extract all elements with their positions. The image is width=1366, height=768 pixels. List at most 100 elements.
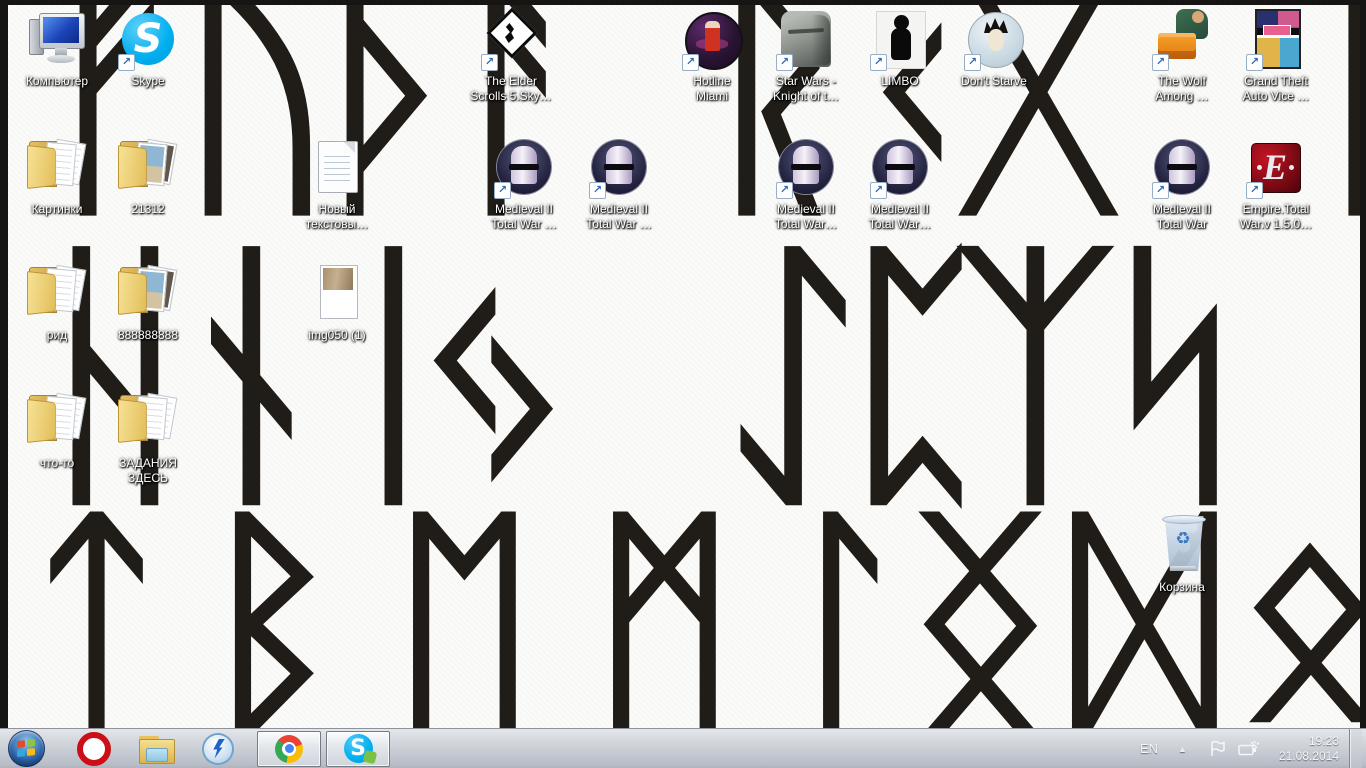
desktop-icon-label: Empire.Total War.v 1.5.0… — [1239, 202, 1313, 231]
desktop-icon-star-wars-kotor[interactable]: ↗ Star Wars - Knight of t… — [760, 7, 852, 104]
desktop-icon-elder-scrolls-skyrim[interactable]: ↗ The Elder Scrolls 5.Sky… — [465, 7, 557, 104]
rune-glyph: ᛖ — [387, 481, 542, 728]
rune-glyph: ᛚ — [767, 481, 922, 728]
windows-logo-icon — [17, 739, 36, 758]
desktop-icon-label: что-то — [39, 456, 75, 470]
shortcut-arrow-icon: ↗ — [870, 182, 887, 199]
shortcut-arrow-icon: ↗ — [682, 54, 699, 71]
desktop-icon-label: Medieval II Total War … — [491, 202, 557, 231]
medieval2-icon: ↗ — [854, 135, 946, 199]
taskbar-explorer-button[interactable] — [133, 731, 179, 767]
desktop-icon-gta-vice-city[interactable]: ↗ Grand Theft Auto Vice … — [1230, 7, 1322, 104]
shortcut-arrow-icon: ↗ — [1246, 182, 1263, 199]
taskbar-opera-button[interactable] — [71, 731, 117, 767]
rune-glyph: ᛒ — [193, 481, 348, 728]
desktop-icon-computer[interactable]: Компьютер — [11, 7, 103, 89]
skype-status-badge — [362, 749, 378, 764]
explorer-folder-icon — [139, 735, 175, 764]
shortcut-arrow-icon: ↗ — [1152, 182, 1169, 199]
desktop-icon-img050[interactable]: img050 (1) — [291, 261, 383, 343]
desktop-icon-label: Medieval II Total War — [1152, 202, 1212, 231]
desktop-icon-label: Medieval II Total War … — [586, 202, 652, 231]
taskbar: S EN ▲ 19:23 21.08.2014 — [0, 728, 1366, 768]
desktop-icon-skype[interactable]: S ↗ Skype — [102, 7, 194, 89]
desktop-icon-new-text-file[interactable]: Новый текстовы… — [291, 135, 383, 232]
battery-power-icon[interactable] — [1237, 739, 1261, 759]
folder-icon — [102, 389, 194, 453]
computer-icon — [11, 7, 103, 71]
opera-icon — [77, 731, 111, 766]
medieval2-icon: ↗ — [760, 135, 852, 199]
medieval2-icon: ↗ — [478, 135, 570, 199]
dont-starve-icon: ↗ — [948, 7, 1040, 71]
recycle-bin-icon: ♻ — [1136, 513, 1228, 577]
rune-glyph: ᛃ — [405, 209, 581, 540]
taskbar-chrome-button[interactable] — [257, 730, 321, 767]
taskbar-buttons: S — [0, 729, 1140, 768]
desktop-icon-limbo[interactable]: ↗ LIMBO — [854, 7, 946, 89]
tray-time: 19:23 — [1308, 733, 1339, 748]
shortcut-arrow-icon: ↗ — [776, 182, 793, 199]
folder-icon — [11, 135, 103, 199]
desktop-icon-label: Star Wars - Knight of t… — [772, 74, 840, 103]
kotor-icon: ↗ — [760, 7, 852, 71]
system-tray: EN ▲ 19:23 21.08.2014 — [1140, 729, 1366, 768]
wallpaper-runes: ᚠ ᚢ ᚦ ᚨ ᚱ ᚲ ᚷ ᚹ ᚺ ᚾ ᛁ ᛃ ᛇ ᛈ ᛉ ᛋ ᛏ ᛒ ᛖ ᛗ … — [8, 5, 1360, 728]
wolf-among-us-icon: ↗ — [1136, 7, 1228, 71]
desktop-icon-label: Medieval II Total War… — [868, 202, 932, 231]
desktop-icon-label: Картинки — [31, 202, 83, 216]
action-center-flag-icon[interactable] — [1207, 739, 1227, 759]
shortcut-arrow-icon: ↗ — [589, 182, 606, 199]
desktop-icon-label: The Elder Scrolls 5.Sky… — [470, 74, 552, 103]
tray-language-indicator[interactable]: EN — [1140, 741, 1158, 756]
rune-glyph: ᛝ — [903, 481, 1058, 728]
desktop-icon-label: рид — [46, 328, 68, 342]
desktop-icon-medieval2-1[interactable]: ↗ Medieval II Total War … — [478, 135, 570, 232]
desktop-icon-label: Компьютер — [25, 74, 89, 88]
desktop-icon-label: ЗАДАНИЯ ЗДЕСЬ — [119, 456, 177, 485]
tray-clock[interactable]: 19:23 21.08.2014 — [1279, 734, 1339, 764]
desktop-icon-label: Don't Starve — [961, 74, 1027, 88]
chrome-icon — [275, 734, 303, 763]
desktop-icon-dont-starve[interactable]: ↗ Don't Starve — [948, 7, 1040, 89]
folder-icon — [11, 261, 103, 325]
desktop-icon-label: Корзина — [1159, 580, 1205, 594]
desktop-icon-hotline-miami[interactable]: ↗ Hotline Miami — [666, 7, 758, 104]
shortcut-arrow-icon: ↗ — [1152, 54, 1169, 71]
rune-glyph: ᛟ — [1233, 498, 1360, 728]
desktop-icon-wolf-among-us[interactable]: ↗ The Wolf Among … — [1136, 7, 1228, 104]
desktop-icon-folder-chto-to[interactable]: что-то — [11, 389, 103, 471]
desktop-icon-medieval2-2[interactable]: ↗ Medieval II Total War … — [573, 135, 665, 232]
skype-icon: S ↗ — [102, 7, 194, 71]
desktop-icon-medieval2-5[interactable]: ↗ Medieval II Total War — [1136, 135, 1228, 232]
desktop-icon-folder-888888888[interactable]: 888888888 — [102, 261, 194, 343]
folder-icon — [11, 389, 103, 453]
desktop-icon-medieval2-3[interactable]: ↗ Medieval II Total War… — [760, 135, 852, 232]
desktop-icon-label: Grand Theft Auto Vice … — [1242, 74, 1310, 103]
shortcut-arrow-icon: ↗ — [1246, 54, 1263, 71]
desktop-icon-medieval2-4[interactable]: ↗ Medieval II Total War… — [854, 135, 946, 232]
shortcut-arrow-icon: ↗ — [494, 182, 511, 199]
shortcut-arrow-icon: ↗ — [776, 54, 793, 71]
taskbar-skype-button[interactable]: S — [326, 730, 390, 767]
empire-total-war-icon: E ↗ — [1230, 135, 1322, 199]
shortcut-arrow-icon: ↗ — [870, 54, 887, 71]
rune-glyph: ᛗ — [587, 481, 742, 728]
desktop-icon-label: Medieval II Total War… — [774, 202, 838, 231]
desktop-icon-empire-total-war[interactable]: E ↗ Empire.Total War.v 1.5.0… — [1230, 135, 1322, 232]
desktop-icon-label: Skype — [131, 74, 165, 88]
daemon-tools-icon — [204, 734, 232, 763]
desktop-icon-folder-zadaniya-zdes[interactable]: ЗАДАНИЯ ЗДЕСЬ — [102, 389, 194, 486]
folder-icon — [102, 135, 194, 199]
show-hidden-icons-button[interactable]: ▲ — [1178, 744, 1187, 754]
desktop-icon-folder-21312[interactable]: 21312 — [102, 135, 194, 217]
desktop-icon-folder-rid[interactable]: рид — [11, 261, 103, 343]
desktop-icon-recycle-bin[interactable]: ♻ Корзина — [1136, 513, 1228, 595]
desktop-icon-label: The Wolf Among … — [1155, 74, 1209, 103]
taskbar-daemon-tools-button[interactable] — [195, 731, 241, 767]
shortcut-arrow-icon: ↗ — [118, 54, 135, 71]
desktop[interactable]: ᚠ ᚢ ᚦ ᚨ ᚱ ᚲ ᚷ ᚹ ᚺ ᚾ ᛁ ᛃ ᛇ ᛈ ᛉ ᛋ ᛏ ᛒ ᛖ ᛗ … — [0, 0, 1366, 728]
desktop-icon-folder-kartinki[interactable]: Картинки — [11, 135, 103, 217]
start-button[interactable] — [8, 730, 45, 767]
show-desktop-button[interactable] — [1349, 729, 1362, 768]
